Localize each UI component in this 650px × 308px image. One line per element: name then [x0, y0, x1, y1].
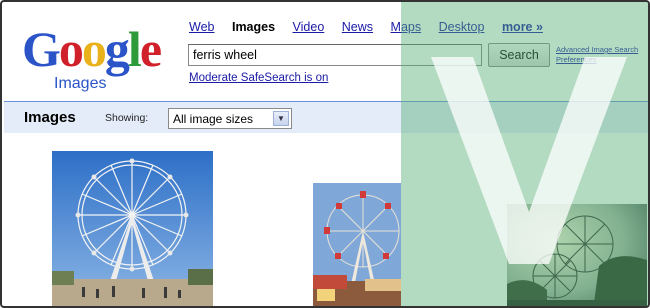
nav-desktop[interactable]: Desktop — [439, 20, 485, 34]
nav-video[interactable]: Video — [293, 20, 325, 34]
image-result-3[interactable] — [507, 204, 647, 306]
showing-label: Showing: — [105, 112, 149, 124]
results-title: Images — [24, 109, 76, 126]
ferris-wheel-image-3 — [507, 204, 647, 306]
search-button[interactable]: Search — [488, 43, 550, 67]
browser-frame: Google Images Web Images Video News Maps… — [0, 0, 650, 308]
svg-text:Google: Google — [22, 21, 161, 77]
nav-maps[interactable]: Maps — [391, 20, 422, 34]
ferris-wheel-image-1 — [52, 151, 213, 306]
google-images-logo[interactable]: Google Images — [20, 16, 180, 94]
nav-web[interactable]: Web — [189, 20, 214, 34]
image-result-1[interactable] — [52, 151, 213, 306]
safesearch-link[interactable]: Moderate SafeSearch is on — [189, 72, 328, 84]
top-nav: Web Images Video News Maps Desktop more … — [189, 20, 557, 34]
search-input[interactable] — [188, 44, 482, 66]
nav-images: Images — [231, 20, 276, 34]
image-result-2[interactable] — [313, 183, 401, 306]
chevron-down-icon[interactable]: ▼ — [273, 111, 289, 126]
preferences-link[interactable]: Preferences — [556, 55, 638, 65]
nav-news[interactable]: News — [342, 20, 373, 34]
results-bar: Images Showing: All image sizes ▼ — [4, 101, 648, 133]
nav-more[interactable]: more » — [502, 20, 543, 34]
advanced-links: Advanced Image Search Preferences — [556, 45, 638, 65]
image-size-select[interactable]: All image sizes ▼ — [168, 108, 292, 129]
svg-text:Images: Images — [54, 75, 106, 92]
advanced-image-search-link[interactable]: Advanced Image Search — [556, 45, 638, 55]
ferris-wheel-image-2 — [313, 183, 401, 306]
image-size-value: All image sizes — [173, 112, 254, 126]
